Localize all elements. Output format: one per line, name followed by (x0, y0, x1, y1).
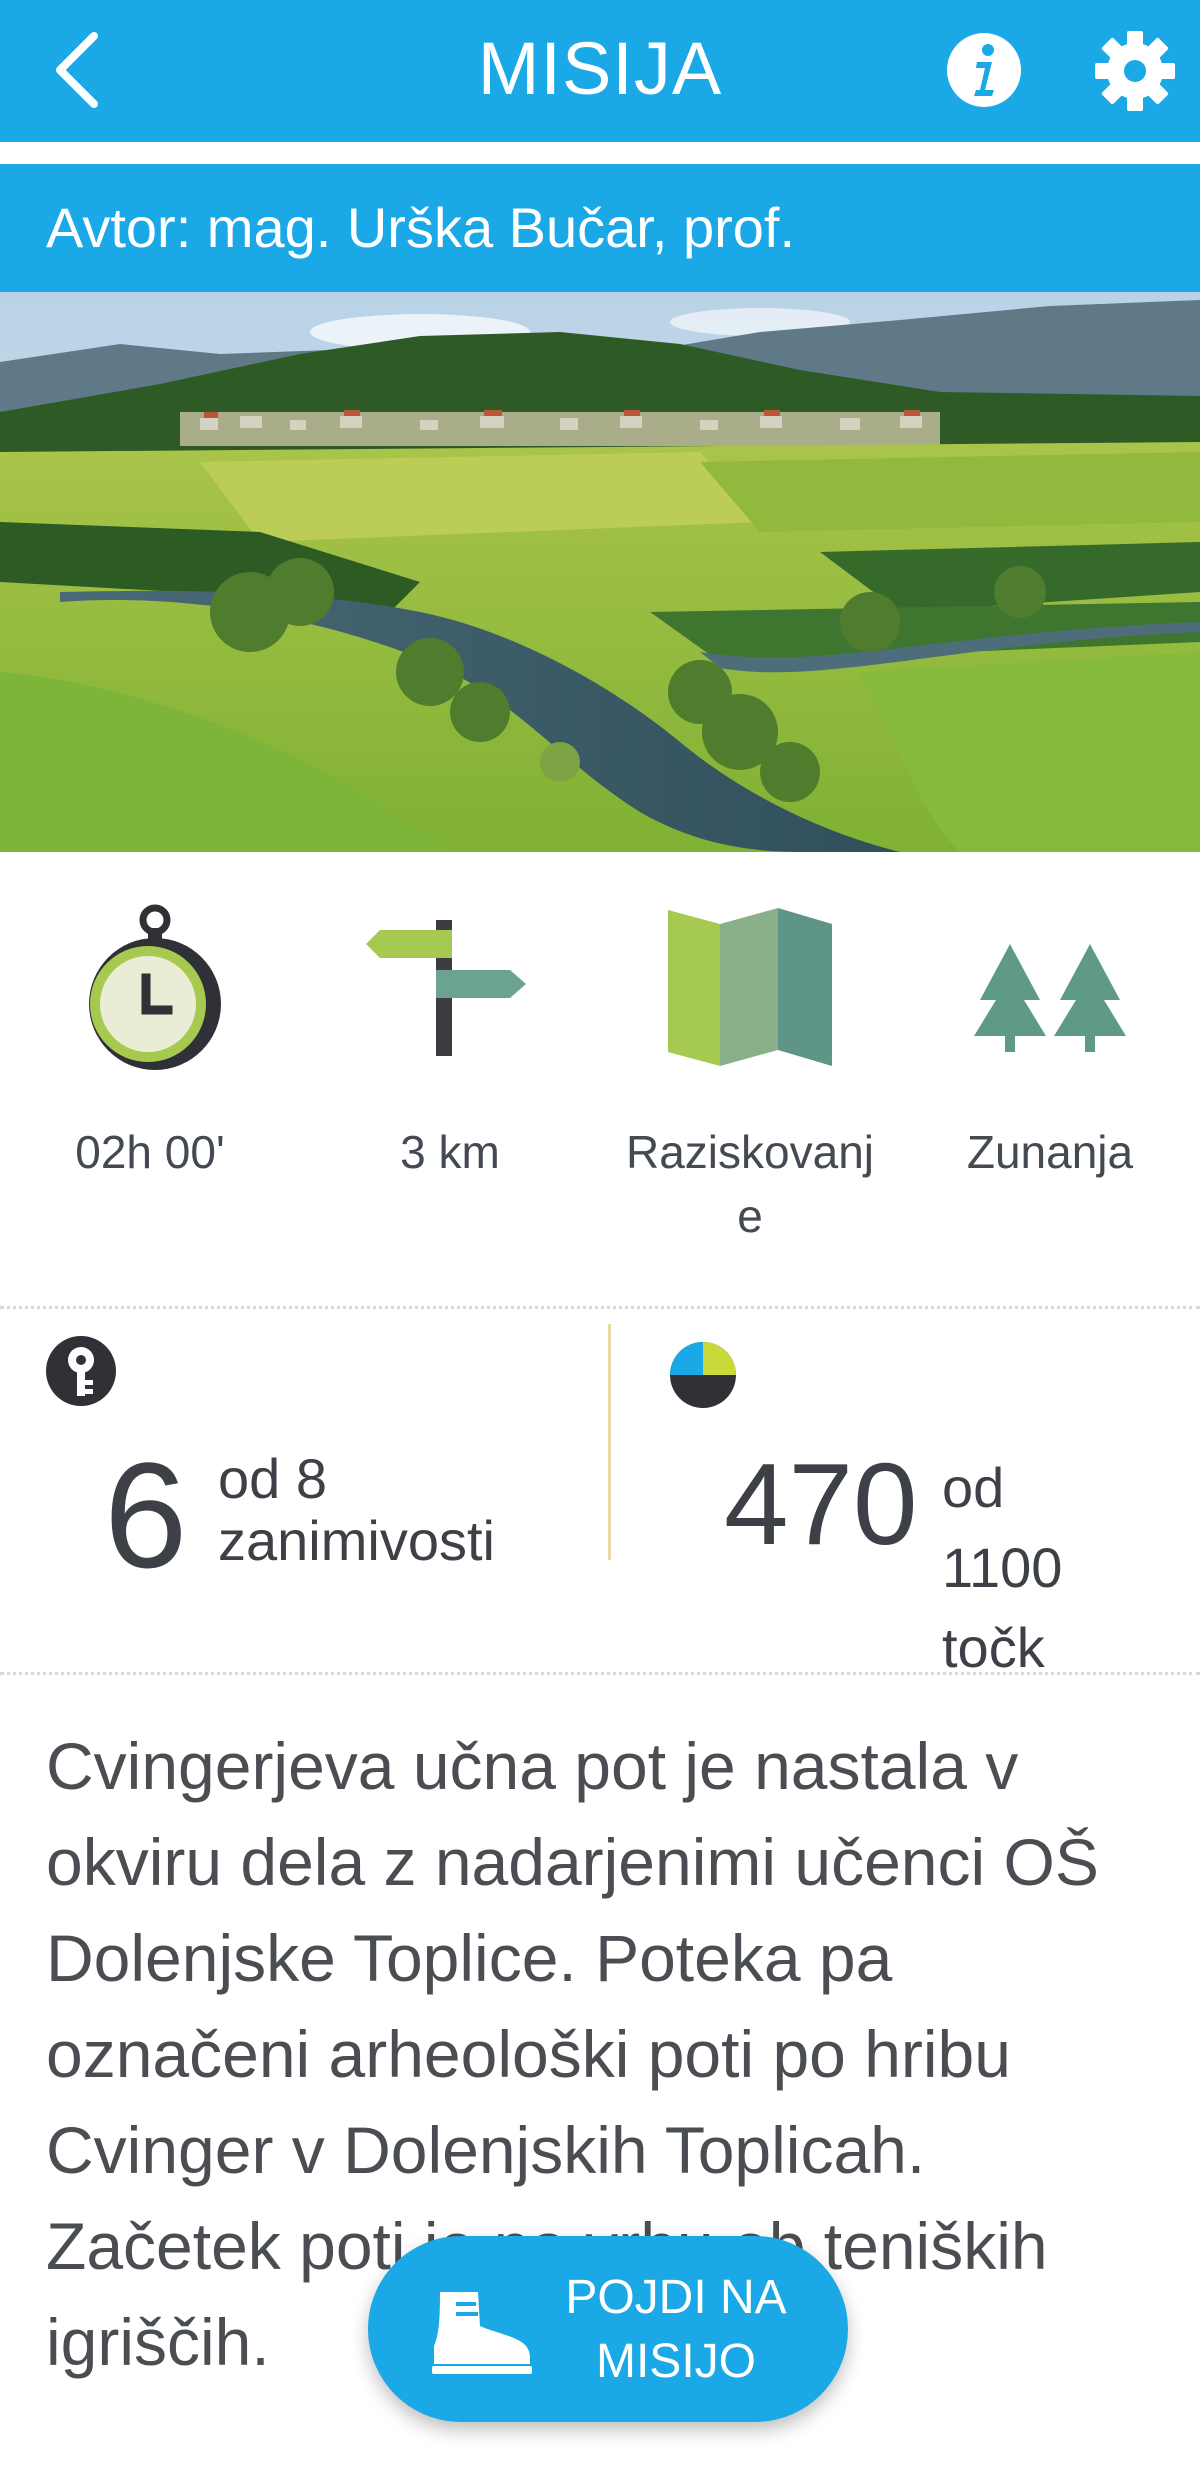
cta-label: POJDI NA MISIJO (565, 2271, 787, 2388)
gear-icon (1095, 31, 1175, 111)
trees-icon (960, 900, 1140, 1080)
points-panel: 470 od 1100 točk (612, 1310, 1200, 1679)
stopwatch-icon (60, 900, 240, 1080)
stat-distance: 3 km (300, 900, 600, 1184)
found-panel: 6 od 8 zanimivosti (0, 1310, 612, 1674)
type-label: Raziskovanje (626, 1126, 874, 1242)
divider-bottom (0, 1672, 1200, 1675)
hiking-boot-icon (426, 2286, 536, 2376)
header-gap (0, 142, 1200, 164)
found-total: od 8 zanimivosti (218, 1448, 495, 1572)
stat-setting: Zunanja (900, 900, 1200, 1184)
mission-screen: MISIJA Avtor: mag. Urška Bučar, prof. 02… (0, 0, 1200, 2477)
app-bar: MISIJA (0, 0, 1200, 142)
duration-label: 02h 00' (75, 1126, 225, 1178)
found-count: 6 (104, 1431, 188, 1599)
map-icon (660, 900, 840, 1080)
stat-duration: 02h 00' (0, 900, 300, 1184)
hero-image (0, 292, 1200, 852)
distance-label: 3 km (400, 1126, 500, 1178)
author-banner: Avtor: mag. Urška Bučar, prof. (0, 164, 1200, 292)
points-total: od 1100 točk (942, 1456, 1063, 1679)
go-on-mission-button[interactable]: POJDI NA MISIJO (368, 2236, 848, 2422)
setting-label: Zunanja (966, 1126, 1134, 1178)
settings-button[interactable] (1090, 26, 1180, 116)
info-button[interactable] (944, 30, 1024, 110)
signpost-icon (360, 900, 540, 1080)
pie-chart-icon (668, 1340, 738, 1410)
divider-top (0, 1306, 1200, 1309)
key-icon (44, 1334, 118, 1408)
points-count: 470 (724, 1439, 918, 1569)
panel-divider (608, 1324, 611, 1560)
info-icon (947, 33, 1021, 107)
stat-type: Raziskovanje (600, 900, 900, 1248)
